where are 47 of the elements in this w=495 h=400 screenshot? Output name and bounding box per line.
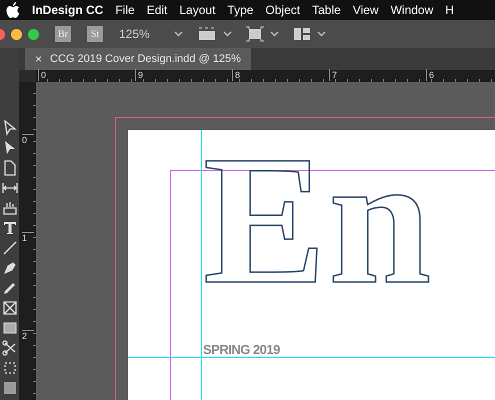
type-tool-icon[interactable] [2,220,18,236]
collector-tool-icon[interactable] [2,200,18,216]
caret-icon[interactable] [316,31,326,37]
ruler-label: 9 [135,69,144,81]
menu-item[interactable]: View [352,3,379,17]
pencil-tool-icon[interactable] [2,280,18,296]
caret-icon[interactable] [270,31,279,37]
pen-tool-icon[interactable] [2,260,18,276]
ruler-label: 7 [329,69,338,81]
menu-item[interactable]: File [115,3,135,17]
ruler-label: 2 [22,330,34,341]
transform-tool-icon[interactable] [2,360,18,376]
caret-icon[interactable] [222,31,232,37]
zoom-level[interactable]: 125% [119,27,150,41]
ruler-label: 0 [22,134,34,145]
rect-tool-icon[interactable] [2,320,18,336]
gradient-tool-icon[interactable] [2,380,18,396]
scissors-tool-icon[interactable] [2,340,18,356]
zoom-window-icon[interactable] [28,28,39,40]
subtitle-text: SPRING 2019 [203,342,280,357]
arrange-documents-icon[interactable] [292,27,311,41]
caret-icon[interactable] [174,31,183,37]
apple-icon[interactable] [6,2,20,18]
ruler-label: 6 [426,69,434,81]
ruler-label: 8 [232,69,240,81]
close-tab-button[interactable]: × [35,52,42,66]
menu-item[interactable]: Table [312,3,341,17]
menu-item[interactable]: H [445,3,454,17]
menu-item[interactable]: Window [390,3,434,17]
menu-item[interactable]: Layout [179,3,216,17]
document-title: CCG 2019 Cover Design.indd @ 125% [50,53,241,65]
ruler-label: 1 [22,232,34,243]
line-tool-icon[interactable] [2,240,18,256]
document-tab[interactable]: × CCG 2019 Cover Design.indd @ 125% [25,48,251,70]
frame-view-icon[interactable] [196,27,217,41]
menu-item[interactable]: Object [265,3,300,17]
minimize-window-icon[interactable] [11,28,22,40]
screen-mode-icon[interactable] [246,26,264,42]
outlined-headline: En [203,128,434,313]
page-tool-icon[interactable] [2,160,18,176]
app-menu[interactable]: InDesign CC [32,3,104,17]
gap-tool-icon[interactable] [2,180,18,196]
frame-tool-icon[interactable] [2,300,18,316]
menu-item[interactable]: Type [227,3,254,17]
menu-item[interactable]: Edit [146,3,168,17]
select-tool-icon[interactable] [2,120,18,136]
ruler-label: 0 [38,69,46,81]
